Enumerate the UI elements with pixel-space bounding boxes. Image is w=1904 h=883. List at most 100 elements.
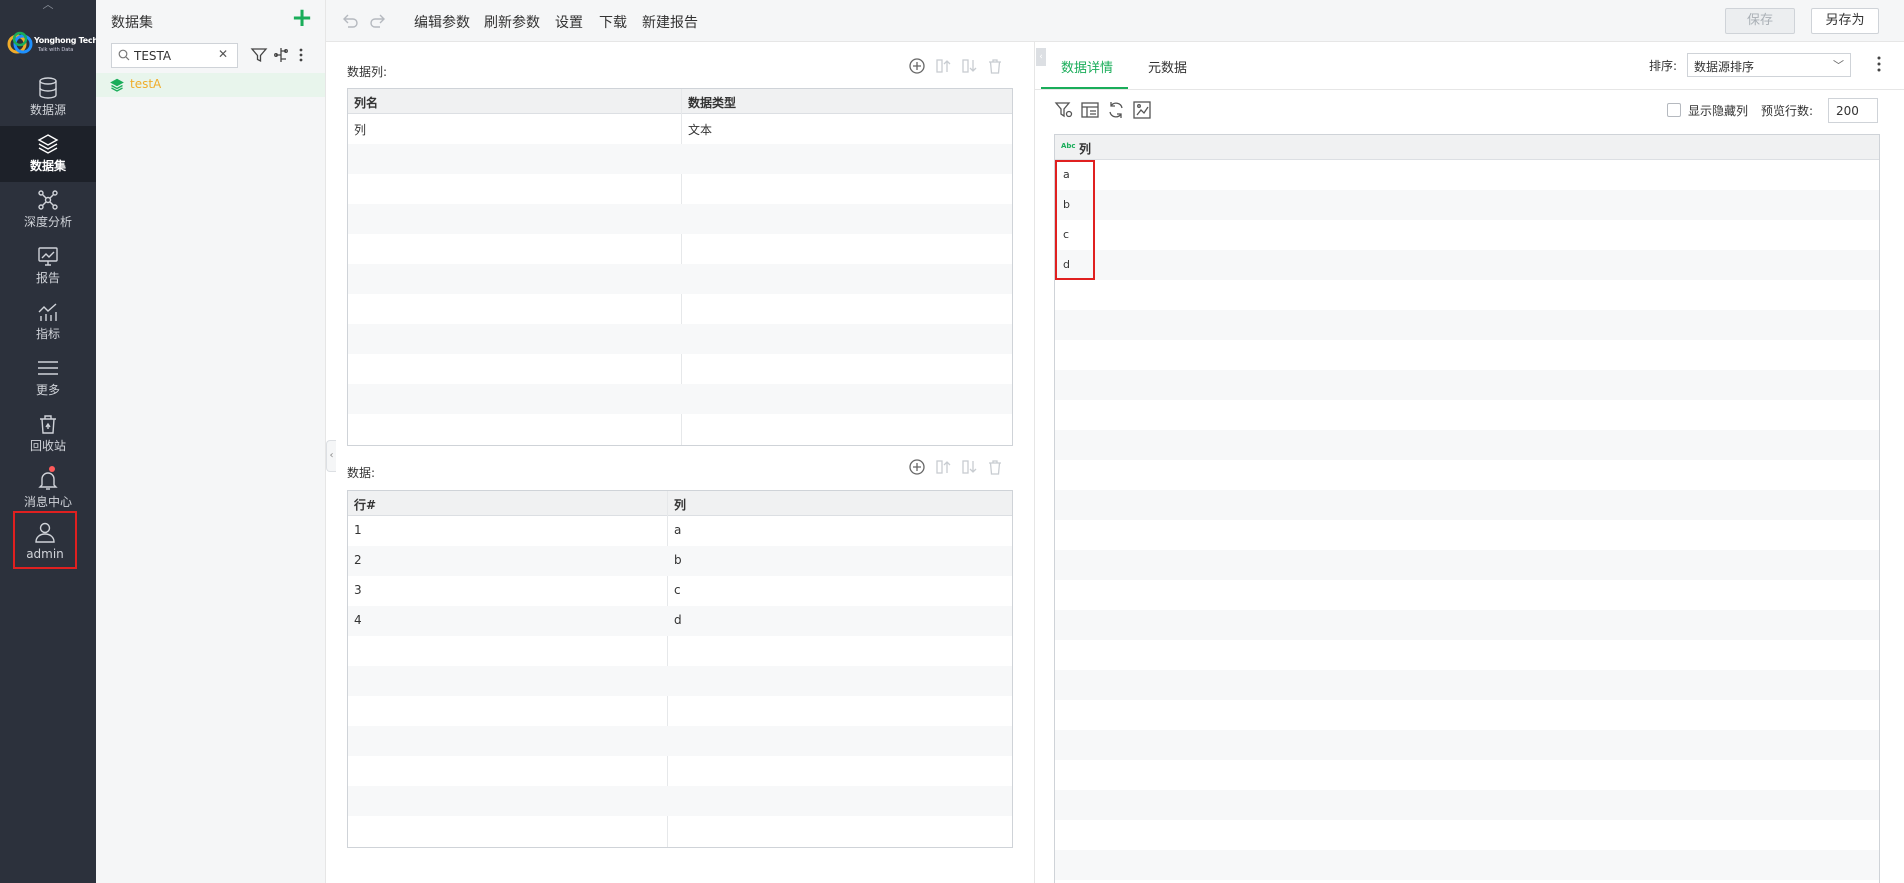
move-down-icon[interactable] [960,458,978,476]
redo-icon[interactable] [368,11,388,31]
tabs-divider [1035,89,1904,90]
collapse-sidebar-handle[interactable]: ‹ [326,440,336,472]
menu-new-report[interactable]: 新建报告 [642,12,698,32]
more-vertical-icon[interactable] [292,46,310,64]
empty-row [1055,610,1879,640]
main-nav: ︿ Yonghong Tech Talk with Data 数据源 数据集 深… [0,0,98,883]
empty-row [348,666,1012,696]
nav-label: 更多 [35,383,60,397]
filter-icon[interactable] [250,46,268,64]
empty-row [348,144,1012,174]
empty-row [348,786,1012,816]
dataset-item-testA[interactable]: testA [96,73,325,97]
empty-row [348,756,1012,786]
columns-table: 列名 数据类型 列 文本 [347,88,1013,446]
dataset-panel: 数据集 + ✕ testA [96,0,326,883]
nav-item-messages[interactable]: 消息中心 [0,462,96,518]
header-data-type: 数据类型 [688,96,737,110]
empty-row [1055,340,1879,370]
tab-metadata[interactable]: 元数据 [1148,57,1187,76]
preview-grid-header[interactable]: Abc 列 [1055,135,1879,160]
empty-row [348,174,1012,204]
logo: Yonghong Tech Talk with Data [6,26,98,60]
preview-column-header: 列 [1079,142,1092,156]
empty-row [1055,490,1879,520]
nav-item-datasource[interactable]: 数据源 [0,70,96,126]
save-as-button[interactable]: 另存为 [1811,8,1879,34]
network-icon [38,190,58,210]
refresh-icon[interactable] [1106,100,1126,120]
clear-search-icon[interactable]: ✕ [218,47,228,61]
image-chart-icon[interactable] [1132,100,1152,120]
sort-label: 排序: [1649,59,1678,73]
sort-select[interactable]: 数据源排序 ﹀ [1687,53,1851,77]
metrics-icon [38,303,57,321]
empty-row [348,696,1012,726]
chevron-up-icon[interactable]: ︿ [36,0,60,12]
nav-item-more[interactable]: 更多 [0,350,96,406]
chevron-down-icon: ﹀ [1833,59,1844,72]
column-settings-icon[interactable] [1080,100,1100,120]
database-icon [39,77,57,99]
empty-row [1055,370,1879,400]
table-row[interactable]: 3 c [348,576,1012,606]
empty-row [1055,640,1879,670]
table-row[interactable]: 4 d [348,606,1012,636]
add-circle-icon[interactable] [908,57,926,75]
table-row[interactable]: 1 a [348,516,1012,546]
nav-user-label: admin [26,547,64,561]
menu-download[interactable]: 下载 [599,12,627,32]
logo-tagline: Talk with Data [38,47,74,53]
preview-row[interactable]: b [1055,190,1879,220]
save-button[interactable]: 保存 [1725,8,1795,34]
show-hidden-columns-checkbox[interactable] [1667,103,1681,117]
empty-row [1055,850,1879,880]
cell-row-number: 3 [354,583,362,597]
menu-settings[interactable]: 设置 [555,12,583,32]
nav-label: 深度分析 [23,215,72,229]
add-circle-icon[interactable] [908,458,926,476]
move-down-icon[interactable] [960,57,978,75]
move-up-icon[interactable] [934,458,952,476]
text-type-icon: Abc [1061,142,1076,150]
nav-item-metrics[interactable]: 指标 [0,294,96,350]
table-row[interactable]: 列 文本 [348,114,1012,144]
preview-row[interactable]: d [1055,250,1879,280]
nav-item-deep-analysis[interactable]: 深度分析 [0,182,96,238]
preview-cell: b [1063,198,1070,211]
preview-row[interactable]: a [1055,160,1879,190]
nav-item-report[interactable]: 报告 [0,238,96,294]
delete-icon[interactable] [986,458,1004,476]
delete-icon[interactable] [986,57,1004,75]
preview-row[interactable]: c [1055,220,1879,250]
preview-rows-input[interactable] [1828,98,1878,123]
filter-settings-icon[interactable] [1054,100,1074,120]
data-detail-panel: ‹ 数据详情 元数据 排序: 数据源排序 ﹀ 显示隐藏列 预览行数: Abc 列… [1034,42,1904,883]
recycle-bin-icon [40,415,56,434]
dataset-panel-title: 数据集 [111,15,153,31]
collapse-detail-handle[interactable]: ‹ [1036,48,1046,66]
empty-row [1055,310,1879,340]
menu-refresh-params[interactable]: 刷新参数 [484,12,540,32]
add-dataset-button[interactable]: + [291,5,313,31]
header-column-name: 列名 [354,96,379,110]
table-row[interactable]: 2 b [348,546,1012,576]
dataset-search-input[interactable] [134,47,214,64]
nav-item-recycle-bin[interactable]: 回收站 [0,406,96,462]
sort-branch-icon[interactable] [272,46,290,64]
data-table: 行# 列 1 a 2 b 3 c 4 d [347,490,1013,848]
nav-item-dataset[interactable]: 数据集 [0,126,96,182]
more-vertical-icon[interactable] [1871,54,1887,74]
cell-row-number: 4 [354,613,362,627]
cell-value: b [674,553,682,567]
user-icon [35,522,55,543]
tab-data-detail[interactable]: 数据详情 [1061,57,1113,76]
preview-cell: c [1063,228,1070,241]
cell-data-type: 文本 [688,123,713,137]
data-preview-grid: Abc 列 a b c d [1054,134,1880,883]
move-up-icon[interactable] [934,57,952,75]
nav-item-user-admin[interactable]: admin [13,511,77,569]
undo-icon[interactable] [340,11,360,31]
menu-edit-params[interactable]: 编辑参数 [414,12,470,32]
empty-row [1055,580,1879,610]
